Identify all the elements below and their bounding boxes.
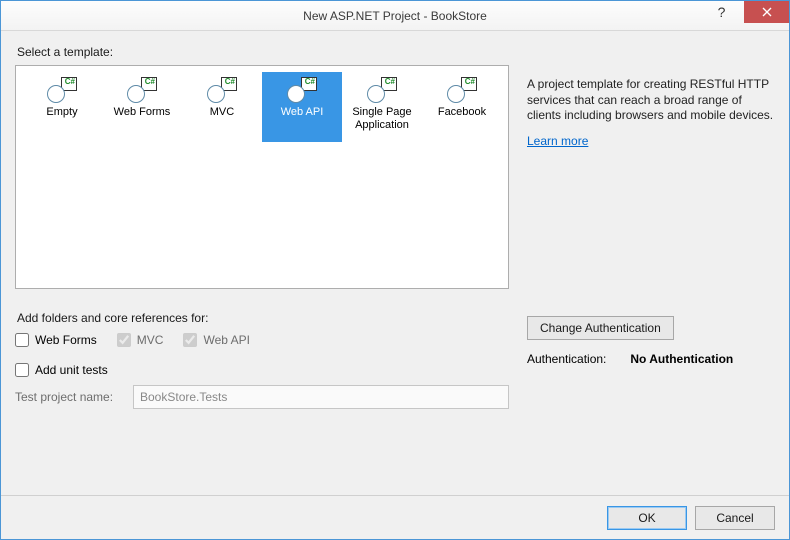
ref-web-api-label: Web API [203, 333, 249, 347]
project-icon: C# [207, 77, 237, 103]
close-icon [762, 7, 772, 17]
add-unit-tests[interactable]: Add unit tests [15, 363, 108, 377]
dialog-footer: OK Cancel [1, 495, 789, 539]
template-label: Facebook [438, 106, 486, 119]
templates-list: C# Empty C# Web Forms C# MVC C# Web API C# Single… [15, 65, 509, 289]
project-icon: C# [287, 77, 317, 103]
select-template-label: Select a template: [17, 45, 509, 59]
template-label: Single Page Application [345, 106, 419, 131]
ref-web-forms-checkbox[interactable] [15, 333, 29, 347]
titlebar: New ASP.NET Project - BookStore ? [1, 1, 789, 31]
ok-button[interactable]: OK [607, 506, 687, 530]
add-unit-tests-label: Add unit tests [35, 363, 108, 377]
refs-label: Add folders and core references for: [17, 311, 509, 325]
change-authentication-button[interactable]: Change Authentication [527, 316, 674, 340]
template-item-single-page-application[interactable]: C# Single Page Application [342, 72, 422, 142]
test-project-name-label: Test project name: [15, 390, 123, 404]
authentication-value: No Authentication [630, 352, 733, 366]
cancel-button[interactable]: Cancel [695, 506, 775, 530]
template-label: Web Forms [114, 106, 171, 119]
ref-mvc-label: MVC [137, 333, 164, 347]
ref-web-api-checkbox [183, 333, 197, 347]
template-item-empty[interactable]: C# Empty [22, 72, 102, 142]
template-item-mvc[interactable]: C# MVC [182, 72, 262, 142]
test-project-name-input[interactable] [133, 385, 509, 409]
ref-web-forms-label: Web Forms [35, 333, 97, 347]
close-button[interactable] [744, 1, 789, 23]
project-icon: C# [47, 77, 77, 103]
template-item-web-forms[interactable]: C# Web Forms [102, 72, 182, 142]
template-label: Web API [281, 106, 324, 119]
authentication-label: Authentication: [527, 352, 627, 366]
ref-web-api: Web API [183, 333, 249, 347]
window-title: New ASP.NET Project - BookStore [91, 9, 699, 23]
project-icon: C# [367, 77, 397, 103]
project-icon: C# [127, 77, 157, 103]
template-label: MVC [210, 106, 234, 119]
template-item-facebook[interactable]: C# Facebook [422, 72, 502, 142]
template-description: A project template for creating RESTful … [527, 77, 775, 124]
learn-more-link[interactable]: Learn more [527, 134, 588, 148]
project-icon: C# [447, 77, 477, 103]
help-button[interactable]: ? [699, 1, 744, 23]
template-label: Empty [46, 106, 77, 119]
ref-web-forms[interactable]: Web Forms [15, 333, 97, 347]
dialog-window: New ASP.NET Project - BookStore ? Select… [0, 0, 790, 540]
dialog-content: Select a template: C# Empty C# Web Forms C# M… [1, 31, 789, 495]
ref-mvc-checkbox [117, 333, 131, 347]
ref-mvc: MVC [117, 333, 164, 347]
add-unit-tests-checkbox[interactable] [15, 363, 29, 377]
template-item-web-api[interactable]: C# Web API [262, 72, 342, 142]
